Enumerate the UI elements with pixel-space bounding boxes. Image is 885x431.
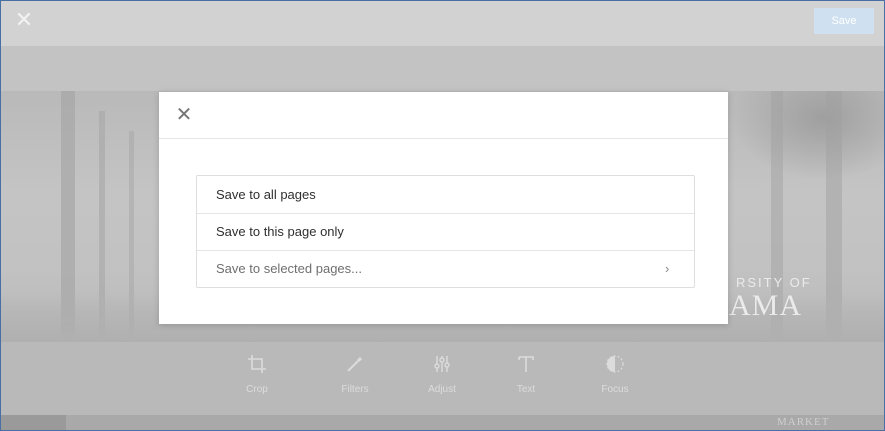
strip-text: MARKET bbox=[777, 416, 830, 428]
option-label: Save to all pages bbox=[216, 187, 316, 202]
tree-canopy bbox=[731, 91, 884, 181]
tool-label: Focus bbox=[601, 384, 629, 395]
tool-filters[interactable]: Filters bbox=[325, 354, 385, 395]
bottom-strip: MARKET bbox=[1, 415, 884, 430]
text-icon bbox=[496, 354, 556, 380]
top-bar: ✕ Save bbox=[1, 1, 884, 46]
option-save-selected-pages[interactable]: Save to selected pages... › bbox=[197, 250, 694, 287]
crop-icon bbox=[227, 354, 287, 380]
close-icon[interactable]: ✕ bbox=[173, 104, 195, 126]
tool-focus[interactable]: Focus bbox=[585, 354, 645, 395]
dialog-header: ✕ bbox=[159, 92, 728, 139]
option-label: Save to this page only bbox=[216, 224, 344, 239]
option-save-this-page[interactable]: Save to this page only bbox=[197, 213, 694, 251]
tool-label: Filters bbox=[341, 384, 369, 395]
tool-crop[interactable]: Crop bbox=[227, 354, 287, 395]
adjust-icon bbox=[412, 354, 472, 380]
tool-adjust[interactable]: Adjust bbox=[412, 354, 472, 395]
filters-icon bbox=[325, 354, 385, 380]
focus-icon bbox=[585, 354, 645, 380]
brand-text-line2: AMA bbox=[729, 289, 803, 322]
tool-text[interactable]: Text bbox=[496, 354, 556, 395]
save-options-list: Save to all pages Save to this page only… bbox=[196, 175, 695, 288]
save-options-dialog: ✕ Save to all pages Save to this page on… bbox=[159, 92, 728, 324]
tool-label: Text bbox=[516, 384, 536, 395]
tool-label: Adjust bbox=[428, 384, 456, 395]
close-icon[interactable]: ✕ bbox=[13, 9, 35, 31]
tool-label: Crop bbox=[246, 384, 268, 395]
save-button[interactable]: Save bbox=[814, 8, 874, 34]
secondary-bar bbox=[1, 46, 884, 91]
chevron-right-icon: › bbox=[665, 261, 670, 276]
option-label: Save to selected pages... bbox=[216, 261, 362, 276]
brand-text-line1: RSITY OF bbox=[736, 275, 812, 290]
option-save-all-pages[interactable]: Save to all pages bbox=[197, 176, 694, 214]
editor-toolbar: Crop Filters Adjust Text Focus bbox=[1, 342, 884, 415]
app-window: ✕ Save RSITY OF AMA Crop Filters Adjust … bbox=[0, 0, 885, 431]
strip-block bbox=[1, 415, 66, 430]
